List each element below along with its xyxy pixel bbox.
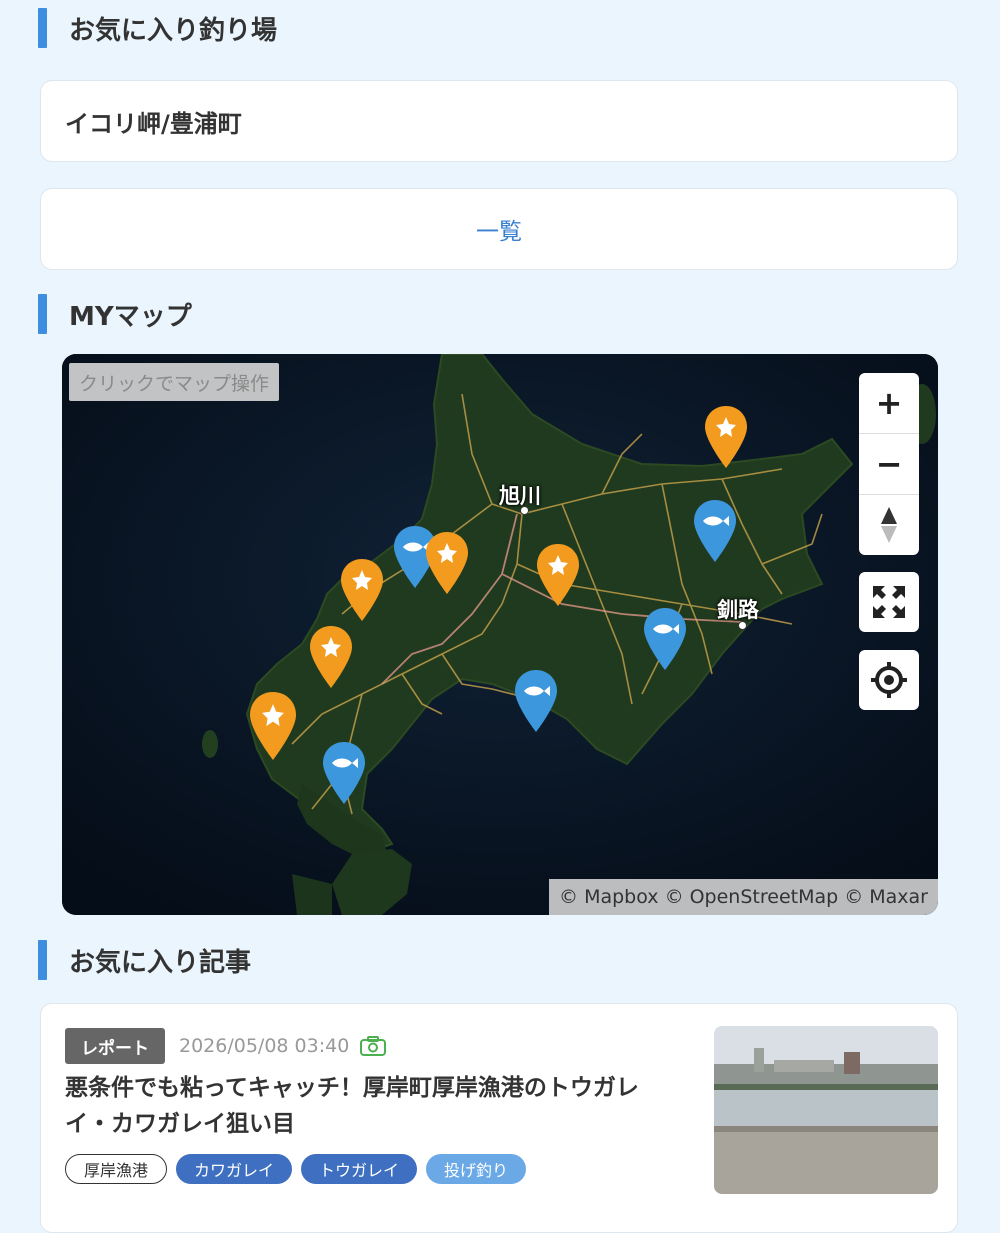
map-pin-favorite[interactable] [250, 692, 296, 764]
zoom-in-button[interactable]: + [859, 373, 919, 434]
geolocate-button[interactable] [859, 650, 919, 710]
article-card[interactable]: レポート 2026/05/08 03:40 悪条件でも粘ってキャッチ！厚岸町厚岸… [40, 1003, 958, 1233]
my-map[interactable]: クリックでマップ操作 旭川 釧路 + − © Mapbox © OpenStre… [62, 354, 938, 915]
compass-icon [881, 507, 897, 543]
city-label-kushiro: 釧路 [717, 598, 759, 622]
map-nav-controls: + − [859, 373, 919, 555]
article-meta: レポート 2026/05/08 03:40 [65, 1028, 387, 1064]
map-pin-catch[interactable] [644, 608, 686, 674]
list-button-label: 一覧 [476, 219, 522, 245]
tag-fish[interactable]: トウガレイ [301, 1154, 418, 1184]
tag-location[interactable]: 厚岸漁港 [65, 1154, 168, 1184]
camera-icon [360, 1036, 387, 1056]
map-pin-catch[interactable] [515, 670, 557, 736]
article-date: 2026/05/08 03:40 [179, 1035, 350, 1057]
map-pin-favorite[interactable] [341, 559, 383, 625]
map-hint-label: クリックでマップ操作 [69, 363, 280, 401]
favorite-spot-name: イコリ岬/豊浦町 [65, 109, 242, 138]
fullscreen-button[interactable] [859, 572, 919, 632]
favorites-section-heading: お気に入り釣り場 [38, 8, 277, 48]
fullscreen-icon [873, 586, 905, 618]
favorites-section-title: お気に入り釣り場 [69, 15, 278, 46]
map-attribution: © Mapbox © OpenStreetMap © Maxar [549, 879, 938, 915]
map-terrain [62, 354, 938, 915]
city-dot-asahikawa [520, 506, 529, 515]
city-dot-kushiro [738, 621, 747, 630]
map-pin-favorite[interactable] [426, 532, 468, 598]
mymap-section-heading: MYマップ [38, 294, 192, 334]
zoom-out-button[interactable]: − [859, 434, 919, 495]
list-button[interactable]: 一覧 [40, 188, 958, 270]
favorite-spot-card[interactable]: イコリ岬/豊浦町 [40, 80, 958, 162]
category-badge: レポート [65, 1028, 165, 1064]
geolocate-icon [871, 662, 907, 698]
map-pin-catch[interactable] [694, 500, 736, 566]
heading-accent-bar [38, 294, 47, 334]
map-pin-favorite[interactable] [310, 626, 352, 692]
mymap-section-title: MYマップ [69, 301, 192, 332]
tag-method[interactable]: 投げ釣り [426, 1154, 527, 1184]
articles-section-heading: お気に入り記事 [38, 940, 251, 980]
articles-section-title: お気に入り記事 [69, 947, 252, 978]
map-pin-favorite[interactable] [537, 544, 579, 610]
map-pin-favorite[interactable] [705, 406, 747, 472]
article-title[interactable]: 悪条件でも粘ってキャッチ！厚岸町厚岸漁港のトウガレイ・カワガレイ狙い目 [65, 1070, 680, 1142]
heading-accent-bar [38, 8, 47, 48]
map-pin-catch[interactable] [323, 742, 365, 808]
city-label-asahikawa: 旭川 [499, 484, 541, 508]
heading-accent-bar [38, 940, 47, 980]
compass-button[interactable] [859, 495, 919, 555]
article-thumbnail[interactable] [714, 1026, 938, 1194]
harbor-photo [714, 1026, 938, 1194]
article-tags: 厚岸漁港 カワガレイ トウガレイ 投げ釣り [65, 1154, 527, 1184]
tag-fish[interactable]: カワガレイ [176, 1154, 293, 1184]
